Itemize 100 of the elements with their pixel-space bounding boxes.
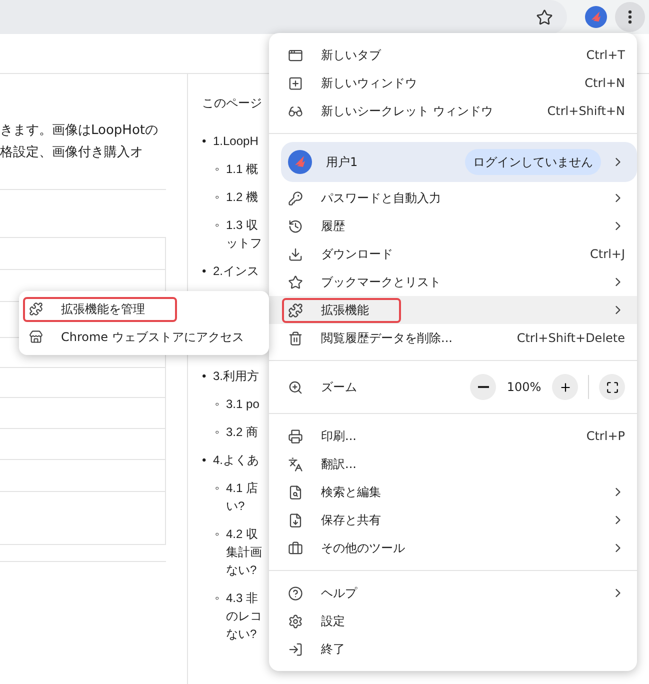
toc-link[interactable]: 4.2 収 [226, 525, 262, 543]
highlight-outline: 拡張機能 [282, 298, 401, 322]
highlight-outline: 新しいタブ [282, 42, 413, 68]
toc-link[interactable]: 3.1 po [226, 395, 260, 413]
toc-link[interactable]: 4.3 非 [226, 589, 262, 607]
article-text: きます。画像はLoopHotの [0, 122, 158, 140]
tab-window-icon [288, 48, 303, 62]
highlight-outline: 保存と共有 [282, 508, 413, 532]
toc-link[interactable]: のレコ [226, 607, 262, 625]
profile-row[interactable]: 用户1 ログインしていません [281, 142, 637, 182]
briefcase-icon [288, 540, 303, 556]
menu-item[interactable]: Chrome ウェブストアにアクセス [19, 323, 269, 351]
menu-item[interactable]: 検索と編集 [269, 478, 637, 506]
highlight-outline: 終了 [282, 636, 377, 662]
highlight-outline: 印刷... [282, 424, 388, 448]
bullet-marker: • [202, 368, 208, 385]
highlight-outline: 新しいウィンドウ [282, 70, 449, 96]
menu-item[interactable]: 終了 [269, 635, 637, 663]
toc-link[interactable]: ない? [226, 625, 262, 643]
highlight-outline: 閲覧履歴データを削除... [282, 326, 484, 350]
toc-link[interactable]: い? [226, 497, 258, 515]
menu-item[interactable]: ブックマークとリスト [269, 268, 637, 296]
minus-icon [478, 386, 488, 388]
star-icon [288, 274, 303, 290]
highlight-outline: パスワードと自動入力 [282, 186, 473, 210]
zoom-in-button[interactable] [552, 374, 578, 400]
circle-marker: ◦ [215, 424, 220, 441]
highlight-outline: Chrome ウェブストアにアクセス [23, 324, 250, 350]
menu-item[interactable]: 設定 [269, 607, 637, 635]
menu-button[interactable] [615, 2, 645, 32]
menu-item-label: ズーム [321, 378, 358, 396]
menu-item[interactable]: その他のツール [269, 534, 637, 562]
toc-link[interactable]: 2.インス [213, 262, 260, 280]
shortcut-text: Ctrl+Shift+Delete [516, 331, 625, 345]
zoom-value: 100% [506, 380, 542, 394]
bookmark-star-icon[interactable] [536, 8, 553, 26]
highlight-outline: 翻訳... [282, 452, 388, 476]
menu-item[interactable]: 拡張機能 [269, 296, 637, 324]
shortcut-text: Ctrl+N [584, 76, 625, 90]
history-icon [288, 218, 303, 234]
fullscreen-button[interactable] [599, 374, 625, 400]
bullet-marker: • [202, 133, 208, 150]
menu-item[interactable]: 新しいタブ Ctrl+T [269, 41, 637, 69]
highlight-outline: ヘルプ [282, 580, 389, 606]
menu-item[interactable]: 拡張機能を管理 [19, 295, 269, 323]
avatar-icon [585, 6, 607, 28]
window-plus-icon [288, 76, 303, 90]
circle-marker: ◦ [215, 396, 220, 413]
highlight-outline: ブックマークとリスト [282, 270, 473, 294]
toc-link[interactable]: ない? [226, 561, 262, 579]
menu-item[interactable]: ヘルプ [269, 579, 637, 607]
highlight-outline: その他のツール [282, 536, 437, 560]
toc-link[interactable]: 1.LoopH [213, 132, 262, 150]
exit-icon [288, 642, 303, 656]
fullscreen-icon [606, 380, 618, 394]
toc-link[interactable]: 集計画 [226, 543, 262, 561]
menu-item[interactable]: 翻訳... [269, 450, 637, 478]
menu-item[interactable]: 新しいウィンドウ Ctrl+N [269, 69, 637, 97]
bullet-marker: • [202, 452, 208, 469]
puzzle-icon [288, 302, 303, 318]
zoom-out-button[interactable] [470, 374, 496, 400]
circle-marker: ◦ [215, 526, 220, 543]
toc-link[interactable]: 1.1 概 [226, 160, 258, 178]
profile-name: 用户1 [326, 154, 359, 170]
file-download-icon [288, 512, 303, 528]
menu-item[interactable]: 印刷... Ctrl+P [269, 422, 637, 450]
toc-link[interactable]: 4.よくあ [213, 451, 262, 469]
highlight-outline: 検索と編集 [282, 480, 413, 504]
menu-item[interactable]: 閲覧履歴データを削除... Ctrl+Shift+Delete [269, 324, 637, 352]
menu-item[interactable]: 保存と共有 [269, 506, 637, 534]
toc-link[interactable]: 1.2 機 [226, 188, 258, 206]
shortcut-text: Ctrl+Shift+N [547, 104, 625, 118]
highlight-outline: 拡張機能を管理 [23, 296, 177, 322]
plus-icon [558, 380, 572, 394]
translate-icon [288, 456, 303, 472]
toc-link[interactable]: 3.2 商 [226, 423, 258, 441]
menu-item[interactable]: パスワードと自動入力 [269, 184, 637, 212]
puzzle-icon [29, 302, 43, 316]
shortcut-text: Ctrl+T [586, 48, 625, 62]
settings-icon [288, 614, 303, 628]
trash-icon [288, 330, 303, 346]
toc-link[interactable]: 3.利用方 [213, 367, 260, 385]
highlight-outline: 履歴 [282, 214, 377, 238]
zoom-icon [288, 380, 303, 394]
bullet-marker: • [202, 263, 208, 280]
toc-title: このページ [202, 95, 262, 112]
highlight-outline: ダウンロード [282, 242, 425, 266]
menu-item[interactable]: ダウンロード Ctrl+J [269, 240, 637, 268]
circle-marker: ◦ [215, 480, 220, 497]
menu-icon [628, 10, 632, 24]
article-text: 格設定、画像付き購入オ [0, 144, 143, 162]
toc-link[interactable]: 1.3 収 [226, 216, 262, 234]
highlight-outline: 設定 [282, 608, 377, 634]
menu-item[interactable]: 新しいシークレット ウィンドウ Ctrl+Shift+N [269, 97, 637, 125]
printer-icon [288, 428, 303, 444]
toc-link[interactable]: ットフ [226, 234, 262, 252]
file-search-icon [288, 484, 303, 500]
circle-marker: ◦ [215, 161, 220, 178]
toc-link[interactable]: 4.1 店 [226, 479, 258, 497]
menu-item[interactable]: 履歴 [269, 212, 637, 240]
